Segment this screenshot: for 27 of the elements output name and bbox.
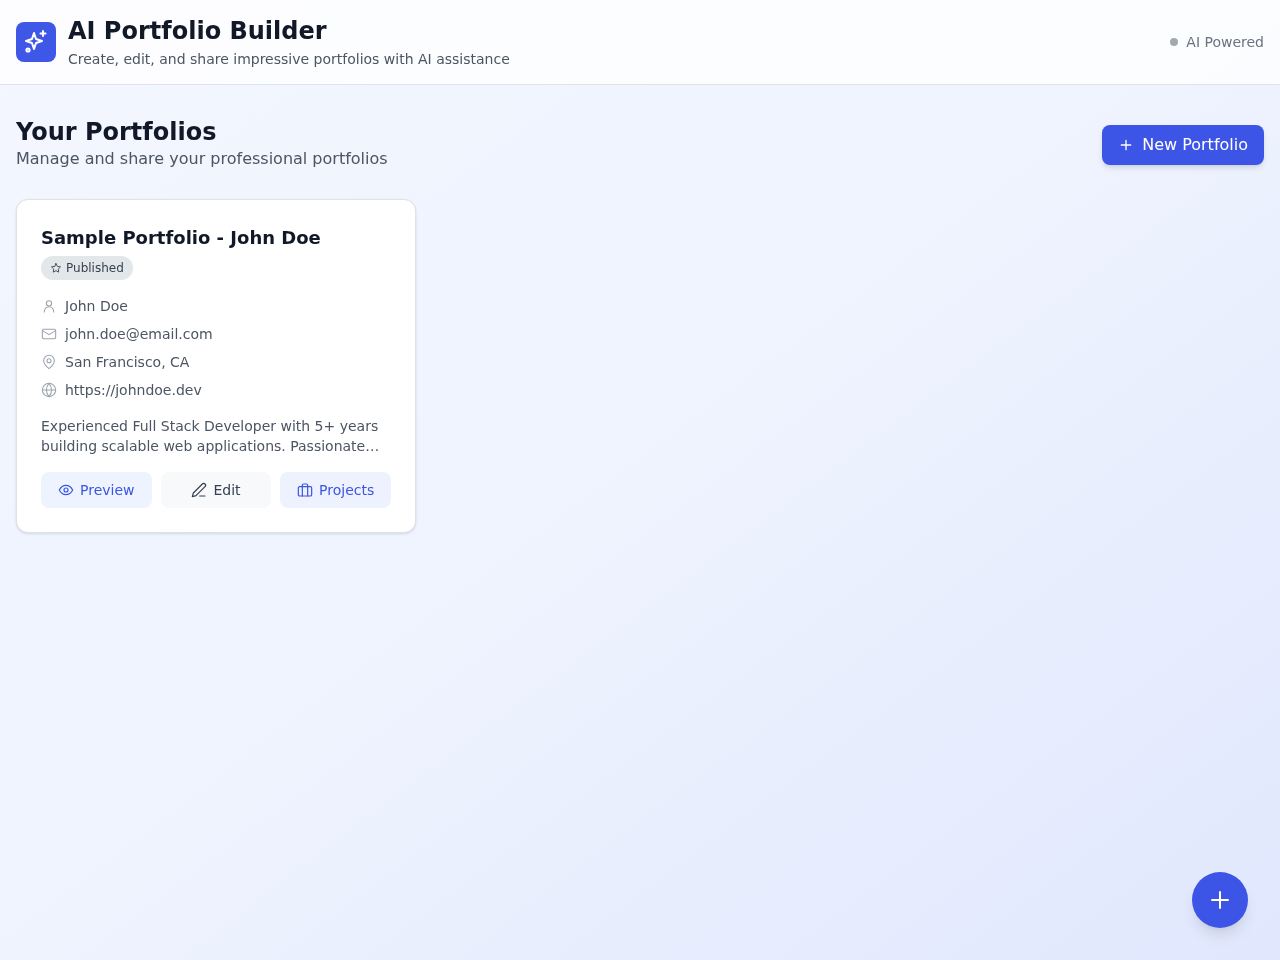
app-title: AI Portfolio Builder <box>68 15 328 46</box>
globe-icon <box>41 382 57 398</box>
page-subtitle: Manage and share your professional portfolios <box>16 148 388 170</box>
edit-button[interactable]: Edit <box>160 472 272 508</box>
new-portfolio-button[interactable]: New Portfolio <box>1102 125 1264 165</box>
envelope-icon <box>41 326 57 342</box>
status-label: AI Powered <box>1186 32 1264 52</box>
detail-text: https://johndoe.dev <box>65 380 202 400</box>
star-icon <box>50 262 62 274</box>
sparkle-logo-icon <box>16 22 56 62</box>
projects-button[interactable]: Projects <box>280 472 391 508</box>
portfolio-title: Sample Portfolio - John Doe <box>41 226 322 250</box>
detail-text: john.doe@email.com <box>65 324 213 344</box>
preview-button[interactable]: Preview <box>41 472 152 508</box>
map-pin-icon <box>41 354 57 370</box>
portfolio-summary: Experienced Full Stack Developer with 5+ years building scalable web applications. Passionate… <box>41 417 381 456</box>
eye-icon <box>58 482 75 498</box>
briefcase-icon <box>297 482 314 498</box>
person-icon <box>41 298 57 314</box>
add-button[interactable] <box>1192 872 1248 928</box>
status-badge: Published <box>41 256 133 280</box>
pencil-icon <box>191 482 208 498</box>
page-title: Your Portfolios <box>16 117 218 147</box>
detail-text: John Doe <box>65 296 128 316</box>
detail-text: San Francisco, CA <box>65 352 190 372</box>
app-subtitle: Create, edit, and share impressive portfolios with AI assistance <box>68 49 510 69</box>
plus-icon <box>1208 888 1232 912</box>
